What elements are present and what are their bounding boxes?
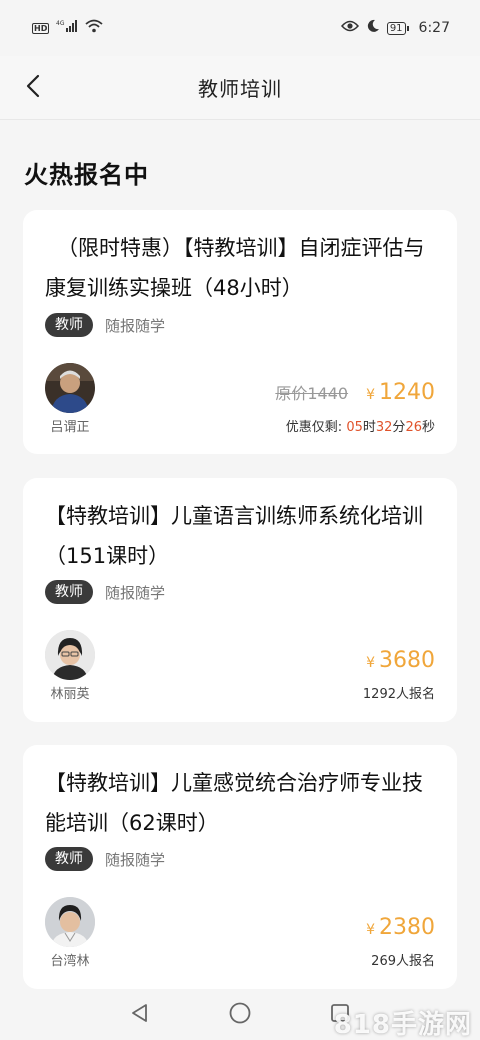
teacher-name: 吕谓正 (50, 420, 90, 435)
battery-indicator: 91 (386, 21, 409, 35)
price-value: 2380 (379, 915, 435, 940)
avatar (45, 363, 95, 413)
course-tags: 教师 随报随学 (45, 847, 165, 871)
status-left: HD 4G (32, 19, 103, 37)
clock: 6:27 (418, 20, 450, 36)
countdown-hours: 05 (346, 420, 363, 435)
avatar (45, 630, 95, 680)
countdown-label: 优惠仅剩: (285, 420, 343, 435)
enrolled-count: 1292人报名 (362, 687, 435, 702)
back-button[interactable] (18, 70, 48, 106)
course-title[interactable]: （限时特惠）【特教培训】自闭症评估与康复训练实操班（48小时） (45, 228, 441, 308)
countdown-minutes: 32 (375, 420, 393, 435)
signal-icon: 4G (56, 19, 78, 37)
original-price: 原价1440 (275, 384, 349, 403)
navbar: 教师培训 (0, 56, 480, 120)
countdown-hours-unit: 时 (362, 420, 376, 435)
price-row: ¥3680 (366, 648, 435, 673)
price: ¥2380 (366, 915, 435, 940)
tag-enroll-mode: 随报随学 (105, 583, 166, 602)
tag-audience: 教师 (45, 847, 93, 871)
price-value: 1240 (379, 380, 435, 405)
tag-enroll-mode: 随报随学 (105, 850, 166, 869)
nav-back-icon (129, 1002, 151, 1028)
nav-home-icon (228, 1001, 252, 1029)
eye-icon (340, 20, 359, 36)
countdown-minutes-unit: 分 (392, 420, 406, 435)
course-title[interactable]: 【特教培训】儿童感觉统合治疗师专业技能培训（62课时） (45, 763, 441, 843)
countdown-seconds: 26 (405, 420, 422, 435)
nav-back-button[interactable] (126, 1001, 154, 1029)
course-card[interactable]: （限时特惠）【特教培训】自闭症评估与康复训练实操班（48小时） 教师 随报随学 … (23, 210, 457, 454)
status-right: 91 6:27 (340, 19, 450, 37)
countdown: 优惠仅剩: 05时32分26秒 (286, 416, 435, 435)
currency-symbol: ¥ (366, 655, 375, 671)
price-value: 3680 (379, 648, 435, 673)
hd-badge: HD (32, 22, 50, 34)
enrolled-count: 269人报名 (371, 954, 435, 969)
watermark: 818手游网 (333, 1010, 472, 1040)
currency-symbol: ¥ (366, 922, 375, 938)
section-title: 火热报名中 (24, 161, 149, 189)
price-row: 原价1440 ¥1240 (275, 380, 435, 405)
course-tags: 教师 随报随学 (45, 580, 165, 604)
teacher-name: 林丽英 (50, 687, 90, 702)
tag-enroll-mode: 随报随学 (105, 316, 166, 335)
price: ¥3680 (366, 648, 435, 673)
moon-icon (366, 19, 380, 37)
tag-audience: 教师 (45, 313, 93, 337)
back-arrow-icon (26, 74, 40, 102)
course-card[interactable]: 【特教培训】儿童语言训练师系统化培训（151课时） 教师 随报随学 林丽英 ¥3… (23, 478, 457, 722)
wifi-icon (85, 19, 103, 37)
course-card[interactable]: 【特教培训】儿童感觉统合治疗师专业技能培训（62课时） 教师 随报随学 台湾林 … (23, 745, 457, 989)
nav-home-button[interactable] (226, 1001, 254, 1029)
currency-symbol: ¥ (366, 387, 375, 403)
price-row: ¥2380 (366, 915, 435, 940)
avatar (45, 897, 95, 947)
teacher-name: 台湾林 (50, 954, 90, 969)
countdown-seconds-unit: 秒 (421, 420, 435, 435)
course-title[interactable]: 【特教培训】儿童语言训练师系统化培训（151课时） (45, 496, 441, 576)
tag-audience: 教师 (45, 580, 93, 604)
course-tags: 教师 随报随学 (45, 313, 165, 337)
page-title: 教师培训 (198, 77, 282, 101)
price: ¥1240 (366, 380, 435, 405)
signal-label: 4G (56, 20, 65, 27)
status-bar: HD 4G 91 6:27 (0, 0, 480, 56)
